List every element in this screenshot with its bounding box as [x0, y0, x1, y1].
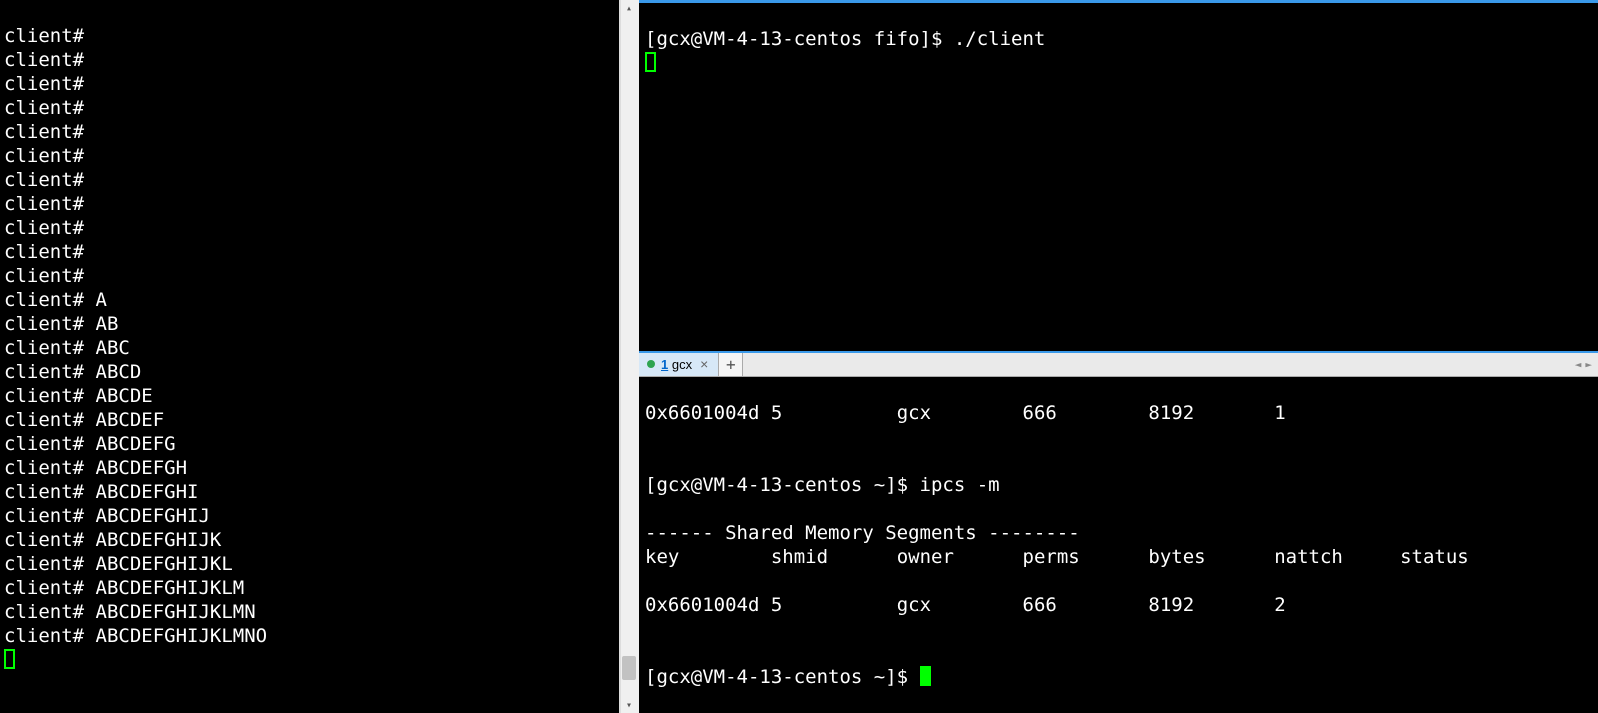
output-line: client# ABCDEFGHI: [4, 481, 198, 503]
scrollbar-thumb[interactable]: [622, 656, 636, 680]
tab-number: 1: [661, 357, 668, 372]
terminal-pane-top-right[interactable]: [gcx@VM-4-13-centos fifo]$ ./client: [639, 3, 1598, 353]
output-line: client# ABCDE: [4, 385, 153, 407]
output-line: client# ABC: [4, 337, 130, 359]
command-text: ipcs -m: [920, 474, 1000, 496]
output-line: client# ABCDEFGHIJKLMN: [4, 601, 256, 623]
output-line: client#: [4, 25, 96, 47]
ipcs-hdr-shmid: shmid: [771, 546, 828, 568]
cursor-icon: [4, 649, 15, 669]
ipcs-row-perms: 666: [1023, 402, 1057, 424]
output-line: client#: [4, 49, 96, 71]
ipcs-row-shmid: 5: [771, 594, 782, 616]
tab-gcx[interactable]: 1 gcx ×: [639, 353, 719, 376]
tab-nav-arrows: ◄ ►: [1569, 353, 1598, 376]
output-line: client# ABCDEFGHIJ: [4, 505, 210, 527]
output-line: client#: [4, 193, 96, 215]
terminal-pane-left[interactable]: client# client# client# client# client# …: [0, 0, 621, 713]
ipcs-hdr-bytes: bytes: [1148, 546, 1205, 568]
ipcs-row-owner: gcx: [897, 594, 931, 616]
output-line: client#: [4, 97, 96, 119]
ipcs-heading: ------ Shared Memory Segments --------: [645, 522, 1080, 544]
output-line: client#: [4, 73, 96, 95]
cursor-icon: [645, 52, 656, 72]
tab-bar: 1 gcx × + ◄ ►: [639, 353, 1598, 377]
output-line: client# ABCDEFGHIJKLM: [4, 577, 244, 599]
ipcs-hdr-status: status: [1400, 546, 1469, 568]
output-line: client# ABCDEFGH: [4, 457, 187, 479]
output-line: client#: [4, 169, 96, 191]
output-line: client#: [4, 145, 96, 167]
command-text: ./client: [954, 28, 1046, 50]
chevron-right-icon[interactable]: ►: [1585, 358, 1592, 371]
output-line: client# ABCD: [4, 361, 141, 383]
output-line: client# ABCDEFG: [4, 433, 176, 455]
scroll-down-icon[interactable]: ▾: [621, 697, 637, 713]
shell-prompt: [gcx@VM-4-13-centos ~]$: [645, 474, 920, 496]
shell-prompt: [gcx@VM-4-13-centos fifo]$: [645, 28, 954, 50]
close-icon[interactable]: ×: [698, 356, 710, 372]
output-line: client# ABCDEFGHIJK: [4, 529, 221, 551]
ipcs-row-perms: 666: [1023, 594, 1057, 616]
scrollbar-track[interactable]: [621, 16, 637, 697]
terminal-pane-bottom-right[interactable]: 0x6601004d 5 gcx 666 8192 1 [gcx@VM-4-13…: [639, 377, 1598, 713]
scroll-up-icon[interactable]: ▴: [621, 0, 637, 16]
output-line: client#: [4, 241, 96, 263]
output-line: client#: [4, 217, 96, 239]
ipcs-hdr-key: key: [645, 546, 679, 568]
ipcs-row-shmid: 5: [771, 402, 782, 424]
ipcs-hdr-perms: perms: [1023, 546, 1080, 568]
ipcs-row-bytes: 8192: [1148, 402, 1194, 424]
add-tab-button[interactable]: +: [719, 353, 743, 376]
output-line: client#: [4, 265, 96, 287]
status-dot-icon: [647, 360, 655, 368]
terminal-output-left: client# client# client# client# client# …: [0, 0, 619, 713]
ipcs-row-key: 0x6601004d: [645, 402, 759, 424]
cursor-icon: [920, 666, 931, 686]
tab-label: gcx: [672, 357, 692, 372]
output-line: client# ABCDEFGHIJKL: [4, 553, 233, 575]
output-line: client# A: [4, 289, 107, 311]
output-line: client# ABCDEF: [4, 409, 164, 431]
shell-prompt: [gcx@VM-4-13-centos ~]$: [645, 666, 920, 688]
ipcs-row-nattch: 1: [1274, 402, 1285, 424]
scrollbar-left[interactable]: ▴ ▾: [621, 0, 637, 713]
ipcs-row-owner: gcx: [897, 402, 931, 424]
ipcs-hdr-nattch: nattch: [1274, 546, 1343, 568]
chevron-left-icon[interactable]: ◄: [1575, 358, 1582, 371]
ipcs-row-bytes: 8192: [1148, 594, 1194, 616]
ipcs-row-key: 0x6601004d: [645, 594, 759, 616]
output-line: client#: [4, 121, 96, 143]
output-line: client# AB: [4, 313, 118, 335]
output-line: client# ABCDEFGHIJKLMNO: [4, 625, 267, 647]
ipcs-row-nattch: 2: [1274, 594, 1285, 616]
ipcs-hdr-owner: owner: [897, 546, 954, 568]
